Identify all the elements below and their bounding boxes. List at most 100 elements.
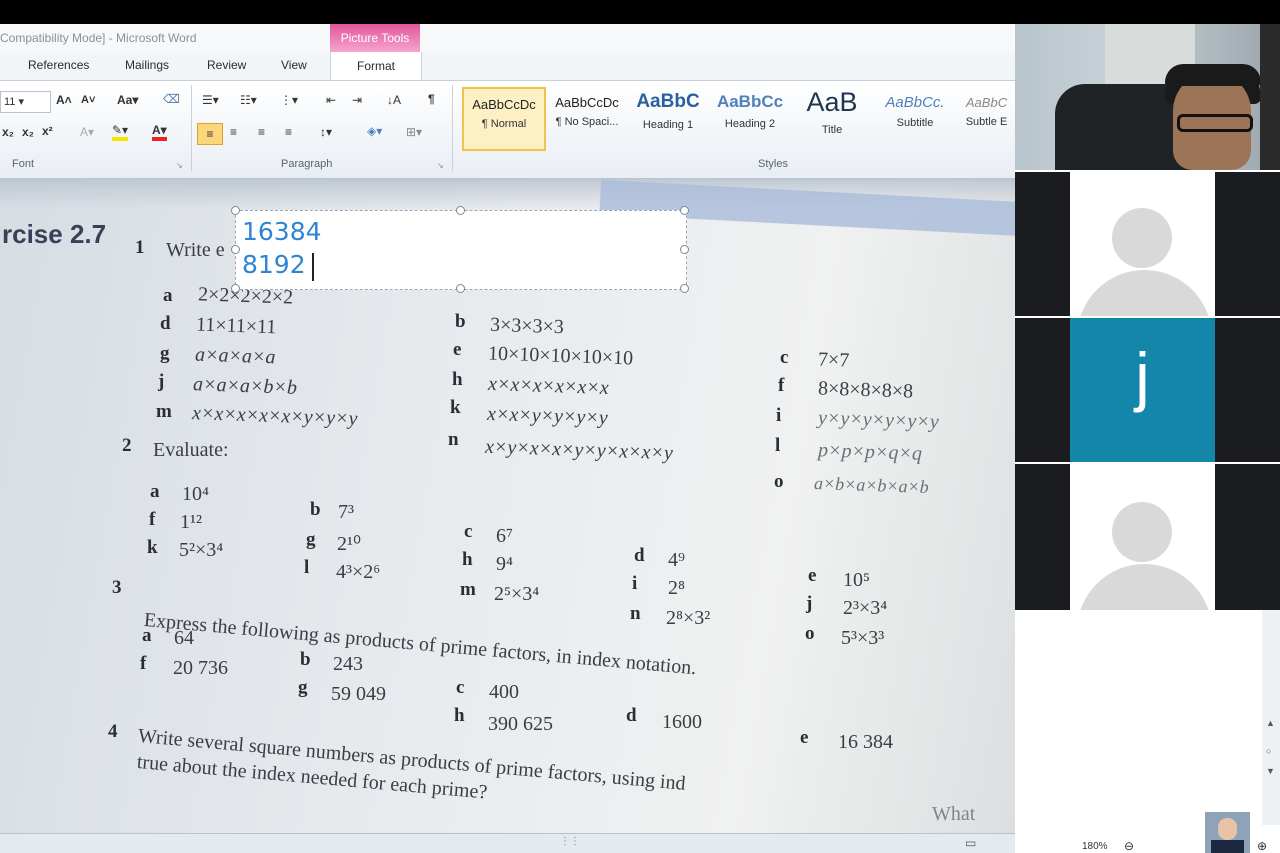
view-buttons-icon[interactable]: ▭ xyxy=(965,836,976,850)
resize-handle[interactable] xyxy=(456,284,465,293)
item-label: j xyxy=(806,593,813,614)
style-title[interactable]: AaB Title xyxy=(792,87,872,147)
item-label: b xyxy=(300,649,311,670)
item-expression: 400 xyxy=(489,681,519,703)
ribbon-divider xyxy=(452,85,453,171)
font-size-select[interactable]: 11 ▾ xyxy=(0,91,51,113)
grow-font-icon[interactable]: A˄ xyxy=(56,93,72,107)
align-left-icon[interactable]: ≡ xyxy=(197,123,223,145)
resize-handle[interactable] xyxy=(456,206,465,215)
style-sample: AaBbC xyxy=(965,95,1008,110)
textbox-line-2[interactable]: 8192 xyxy=(242,250,306,279)
textbox-line-1[interactable]: 16384 xyxy=(242,217,322,246)
text-effects-icon[interactable]: A▾ xyxy=(80,125,94,139)
align-center-icon[interactable]: ≡ xyxy=(230,125,237,139)
show-formatting-icon[interactable]: ¶ xyxy=(428,92,435,106)
borders-icon[interactable]: ⊞▾ xyxy=(406,125,422,139)
highlight-icon[interactable]: ✎▾ xyxy=(112,123,129,141)
item-label: e xyxy=(808,565,817,586)
increase-indent-icon[interactable]: ⇥ xyxy=(352,93,362,107)
style-subtle-emphasis[interactable]: AaBbC Subtle E xyxy=(958,87,1015,147)
style-name: ¶ Normal xyxy=(481,118,527,130)
resize-handle[interactable] xyxy=(680,206,689,215)
style-normal[interactable]: AaBbCcDc ¶ Normal xyxy=(462,87,546,151)
resize-handle[interactable] xyxy=(231,245,240,254)
style-heading-2[interactable]: AaBbCc Heading 2 xyxy=(710,87,790,147)
item-expression: 6⁷ xyxy=(496,525,513,547)
line-spacing-icon[interactable]: ↕▾ xyxy=(320,125,332,139)
justify-icon[interactable]: ≡ xyxy=(285,125,292,139)
shading-icon[interactable]: ◈▾ xyxy=(367,124,382,138)
change-case-icon[interactable]: Aa▾ xyxy=(117,93,138,107)
prev-page-icon[interactable]: ○ xyxy=(1266,746,1271,756)
participant-tile-3[interactable] xyxy=(1015,464,1280,610)
question-text-tail: What xyxy=(932,803,976,825)
item-label: n xyxy=(630,603,641,624)
self-view-thumbnail[interactable] xyxy=(1205,812,1250,853)
resize-handle[interactable] xyxy=(231,284,240,293)
item-label: f xyxy=(149,509,156,530)
participant-tile-2[interactable]: j xyxy=(1015,318,1280,462)
tab-references[interactable]: References xyxy=(28,58,89,72)
item-expression: a×a×a×a xyxy=(194,343,276,369)
shrink-font-icon[interactable]: A˅ xyxy=(81,94,95,106)
participant-video[interactable] xyxy=(1015,24,1280,170)
style-sample: AaBbCcDc xyxy=(555,95,619,110)
participant-glasses xyxy=(1177,114,1253,132)
tab-view[interactable]: View xyxy=(281,58,307,72)
resize-handle[interactable] xyxy=(680,245,689,254)
style-name: Heading 2 xyxy=(724,118,776,130)
item-expression: a×b×a×b×a×b xyxy=(813,473,930,497)
scroll-grip-icon[interactable]: ⋮⋮ xyxy=(560,836,580,847)
paragraph-dialog-launcher-icon[interactable]: ↘ xyxy=(437,161,444,170)
answer-text-box[interactable]: 16384 8192 xyxy=(231,206,689,293)
next-page-icon[interactable]: ▼ xyxy=(1266,766,1275,776)
item-label: l xyxy=(304,557,310,578)
item-label: o xyxy=(774,471,784,492)
tab-mailings[interactable]: Mailings xyxy=(125,58,169,72)
sort-icon[interactable]: ↓A xyxy=(387,93,401,107)
item-label: h xyxy=(454,705,465,726)
item-expression: 20 736 xyxy=(173,657,228,679)
tab-review[interactable]: Review xyxy=(207,58,246,72)
question-number: 4 xyxy=(108,721,118,742)
clear-formatting-icon[interactable]: ⌫ xyxy=(163,92,180,106)
numbering-icon[interactable]: ☷▾ xyxy=(240,93,257,107)
resize-handle[interactable] xyxy=(231,206,240,215)
font-dialog-launcher-icon[interactable]: ↘ xyxy=(176,161,183,170)
style-heading-1[interactable]: AaBbC Heading 1 xyxy=(628,87,708,147)
tab-format[interactable]: Format xyxy=(330,52,422,80)
participant-tile-1[interactable] xyxy=(1015,172,1280,316)
item-expression: 2⁵×3⁴ xyxy=(494,583,540,605)
bullets-icon[interactable]: ☰▾ xyxy=(202,93,219,107)
title-bar: Compatibility Mode] - Microsoft Word Pic… xyxy=(0,24,1015,52)
item-expression: 2³×3⁴ xyxy=(843,597,888,619)
item-expression: 2⁸×3² xyxy=(666,607,711,629)
ribbon-divider xyxy=(191,85,192,171)
align-right-icon[interactable]: ≡ xyxy=(258,125,265,139)
item-label: c xyxy=(464,521,473,542)
item-label: d xyxy=(160,313,171,334)
font-color-icon[interactable]: A▾ xyxy=(152,123,167,141)
vertical-scrollbar[interactable]: ▲ ○ ▼ xyxy=(1262,610,1280,825)
zoom-out-icon[interactable]: ⊖ xyxy=(1124,839,1134,853)
subscript-button-icon[interactable]: x₂ xyxy=(22,125,34,139)
item-expression: 9⁴ xyxy=(496,553,513,575)
question-number: 3 xyxy=(112,577,122,598)
item-label: n xyxy=(448,429,459,450)
item-expression: 5³×3³ xyxy=(841,627,885,649)
item-expression: 1600 xyxy=(662,711,702,733)
decrease-indent-icon[interactable]: ⇤ xyxy=(326,93,336,107)
self-view-body xyxy=(1211,840,1244,853)
multilevel-list-icon[interactable]: ⋮▾ xyxy=(280,93,298,107)
scroll-up-icon[interactable]: ▲ xyxy=(1266,718,1275,728)
zoom-in-icon[interactable]: ⊕ xyxy=(1257,839,1267,853)
item-label: e xyxy=(800,727,809,748)
style-subtitle[interactable]: AaBbCc. Subtitle xyxy=(875,87,955,147)
item-label: e xyxy=(453,339,462,360)
superscript-icon[interactable]: x² xyxy=(42,124,53,138)
subscript-icon[interactable]: x₂ xyxy=(2,125,14,139)
font-size-value: 11 xyxy=(4,96,16,108)
style-no-spacing[interactable]: AaBbCcDc ¶ No Spaci... xyxy=(547,87,627,147)
resize-handle[interactable] xyxy=(680,284,689,293)
